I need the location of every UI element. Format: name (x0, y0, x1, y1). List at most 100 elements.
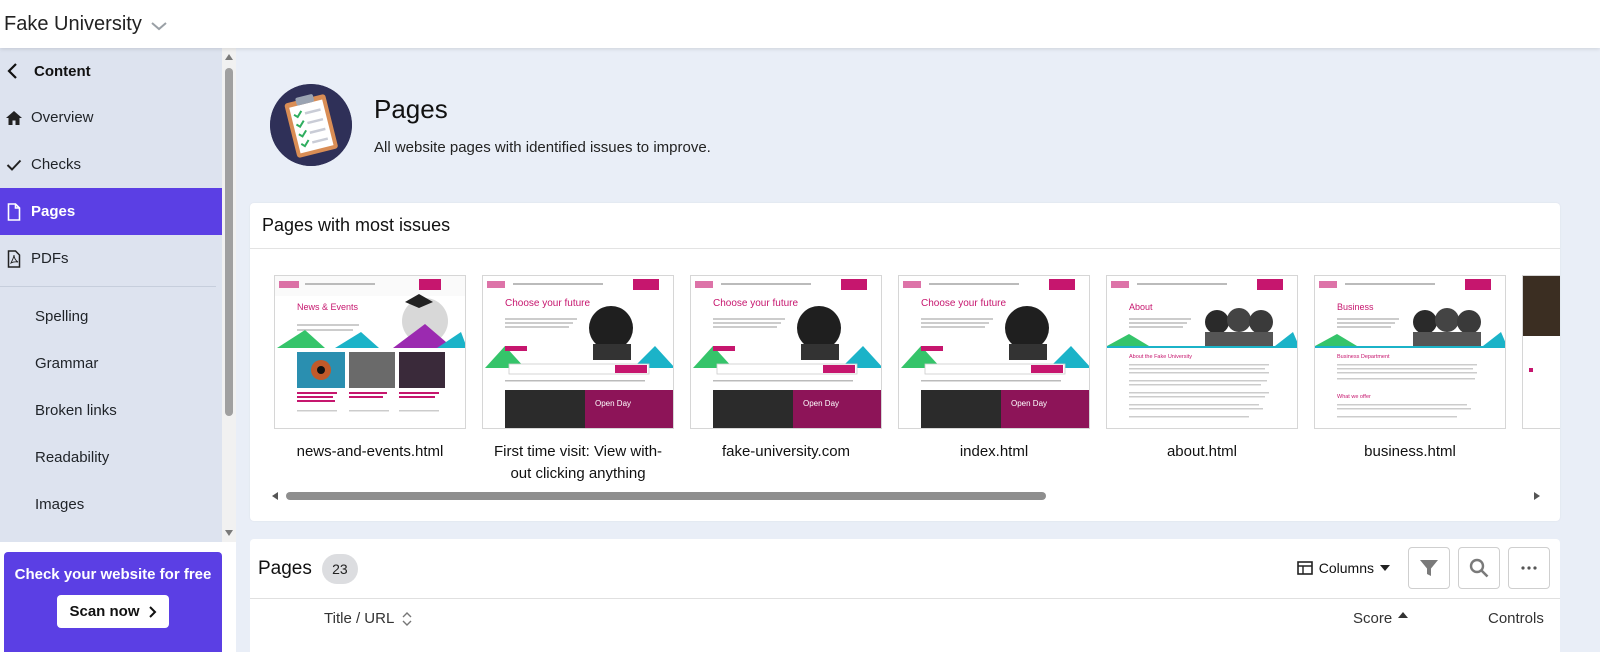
column-header-label: Controls (1488, 610, 1544, 627)
sidebar-item-label: Spelling (35, 308, 89, 325)
org-switcher[interactable]: Fake University (0, 13, 168, 36)
thumbnail-label: index.html (959, 443, 1029, 460)
pages-table-card: Pages 23 Columns Title / URL Score Contr… (250, 539, 1560, 652)
thumb-subheading-2: What we offer (1337, 394, 1371, 400)
thumbnail-label: First time visit: View with-out clicking… (493, 443, 663, 482)
thumbnail-label: fake-university.com (721, 443, 851, 460)
sidebar-item-pages[interactable]: Pages (0, 188, 222, 235)
thumb-heading: News & Events (297, 302, 359, 312)
column-header-title-url[interactable]: Title / URL (324, 610, 412, 627)
columns-button[interactable]: Columns (1287, 548, 1400, 588)
thumb-heading: About (1129, 302, 1153, 312)
thumb-banner: Open Day (803, 399, 839, 408)
sidebar-item-label: Checks (31, 156, 82, 173)
sidebar-item-checks[interactable]: Checks (0, 141, 222, 188)
sort-ascending-icon (1398, 611, 1409, 618)
thumb-subheading: Business Department (1337, 354, 1390, 360)
chevron-left-icon[interactable] (6, 62, 20, 80)
carousel-scrollbar[interactable] (270, 489, 1542, 503)
thumb-heading: Choose your future (921, 298, 1006, 309)
search-button[interactable] (1458, 547, 1500, 589)
column-header-score[interactable]: Score (1353, 610, 1409, 627)
card-title: Pages with most issues (250, 203, 1560, 249)
sidebar-item-grammar[interactable]: Grammar (0, 340, 222, 387)
page-thumbnail[interactable]: News & Events news-and-events.html (274, 275, 466, 463)
scroll-down-icon[interactable] (225, 530, 233, 536)
sidebar-item-label: Pages (31, 203, 76, 220)
sort-icon (402, 611, 412, 626)
page-screenshot: About About the Fake University (1106, 275, 1298, 429)
pages-count-badge: 23 (321, 553, 358, 584)
page-icon (0, 202, 31, 221)
page-thumbnail[interactable]: Choose your future Open Day (898, 275, 1090, 463)
scan-now-label: Scan now (69, 603, 140, 620)
sidebar-scrollbar-thumb[interactable] (225, 68, 233, 416)
page-screenshot: Business Business Department What we off… (1314, 275, 1506, 429)
page-thumbnail[interactable]: About About the Fake University about.ht… (1106, 275, 1298, 463)
pdf-icon (0, 249, 31, 268)
pages-table-title: Pages (258, 557, 312, 579)
column-header-label: Title / URL (324, 610, 395, 627)
sidebar-item-images[interactable]: Images (0, 481, 222, 528)
caret-down-icon (1380, 565, 1390, 571)
sidebar-back-header[interactable]: Content (0, 48, 222, 94)
more-options-button[interactable] (1508, 547, 1550, 589)
thumb-heading: Business (1337, 302, 1374, 312)
sidebar-item-readability[interactable]: Readability (0, 434, 222, 481)
thumbnail-label: business.html (1364, 443, 1456, 460)
page-screenshot: Choose your future Open Day (898, 275, 1090, 429)
page-screenshot: News & Events (274, 275, 466, 429)
pages-with-most-issues-card: Pages with most issues News & Events new… (250, 203, 1560, 521)
sidebar-item-pdfs[interactable]: PDFs (0, 235, 222, 282)
table-toolbar: Columns (1287, 547, 1550, 589)
carousel-scrollbar-thumb[interactable] (286, 492, 1046, 500)
scroll-right-icon[interactable] (1534, 492, 1540, 500)
page-thumbnail[interactable] (1522, 275, 1560, 429)
filter-button[interactable] (1408, 547, 1450, 589)
sidebar-item-label: Readability (35, 449, 110, 466)
org-name: Fake University (4, 12, 142, 35)
page-thumbnail[interactable]: Business Business Department What we off… (1314, 275, 1506, 463)
sidebar-item-spelling[interactable]: Spelling (0, 293, 222, 340)
sidebar-item-broken-links[interactable]: Broken links (0, 387, 222, 434)
page-thumbnail[interactable]: Choose your future Open Day (690, 275, 882, 463)
pages-table-header: Pages 23 Columns (250, 539, 1560, 599)
page-subtitle: All website pages with identified issues… (374, 139, 711, 156)
column-header-label: Score (1353, 610, 1393, 627)
chevron-down-icon (151, 21, 167, 30)
sidebar-item-label: Images (35, 496, 85, 513)
promo-title: Check your website for free (14, 566, 212, 583)
page-header: Pages All website pages with identified … (270, 84, 711, 166)
sidebar-item-label: PDFs (31, 250, 69, 267)
sidebar: Content Overview Checks Pages PDFs Spell… (0, 48, 236, 652)
thumb-banner: Open Day (1011, 399, 1047, 408)
main-content: Pages All website pages with identified … (236, 48, 1600, 652)
scan-now-button[interactable]: Scan now (57, 595, 169, 628)
scan-promo: Check your website for free Scan now (4, 552, 222, 652)
chevron-right-icon (148, 605, 156, 618)
more-horizontal-icon (1521, 566, 1537, 570)
check-icon (0, 158, 31, 172)
sidebar-scrollbar[interactable] (222, 48, 236, 542)
page-screenshot (1522, 275, 1560, 429)
scroll-left-icon[interactable] (272, 492, 278, 500)
thumb-heading: Choose your future (505, 298, 590, 309)
sidebar-nav: Content Overview Checks Pages PDFs Spell… (0, 48, 222, 542)
page-thumbnail[interactable]: Choose your future Open Day (482, 275, 674, 485)
scroll-up-icon[interactable] (225, 54, 233, 60)
clipboard-checklist-icon (270, 84, 352, 166)
column-header-controls: Controls (1488, 610, 1544, 627)
home-icon (0, 110, 31, 126)
search-icon (1469, 558, 1489, 578)
sidebar-item-overview[interactable]: Overview (0, 94, 222, 141)
thumbnail-label: news-and-events.html (296, 443, 444, 460)
page-screenshot: Choose your future Open Day (482, 275, 674, 429)
columns-label: Columns (1318, 560, 1374, 576)
thumbnail-label: about.html (1166, 443, 1238, 460)
thumbnail-carousel: News & Events news-and-events.html Choos… (274, 275, 1560, 485)
sidebar-divider (0, 286, 216, 287)
thumb-subheading: About the Fake University (1129, 354, 1192, 360)
thumb-heading: Choose your future (713, 298, 798, 309)
table-columns-icon (1296, 561, 1313, 575)
filter-icon (1420, 560, 1438, 576)
